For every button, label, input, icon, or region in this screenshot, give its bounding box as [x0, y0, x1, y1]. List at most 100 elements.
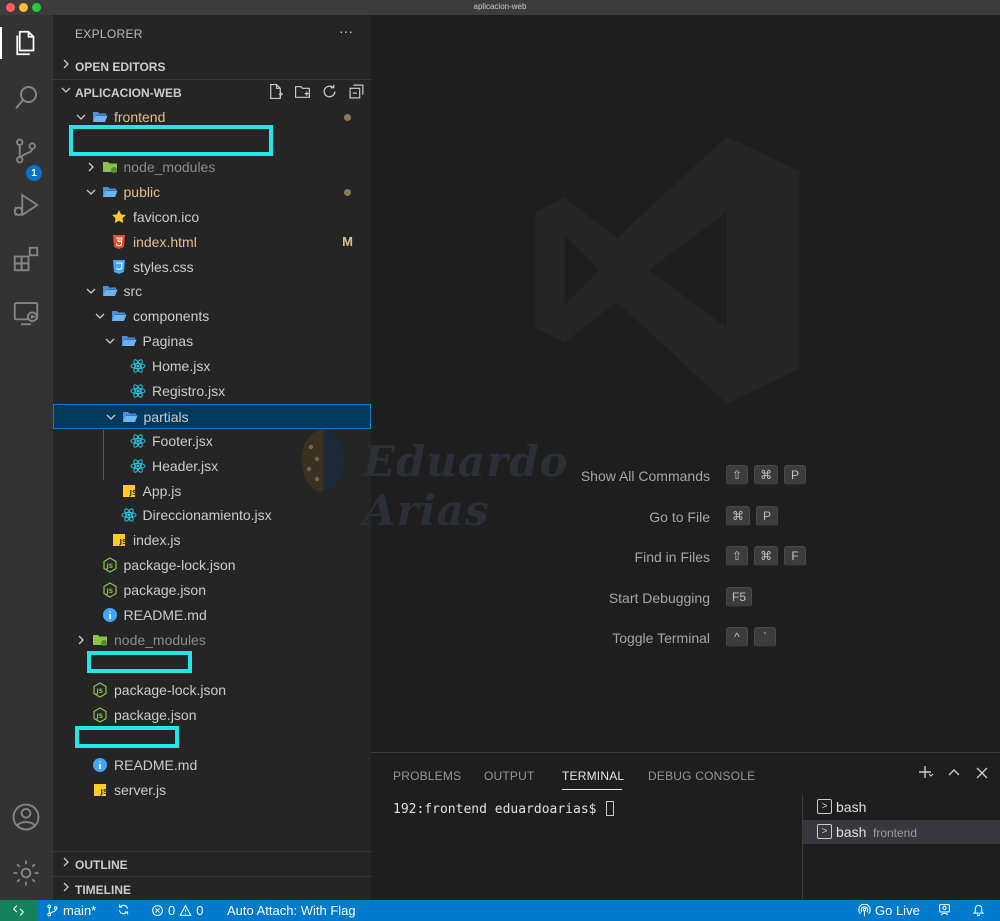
tab-output[interactable]: OUTPUT: [484, 769, 535, 783]
tree-folder[interactable]: src: [53, 279, 371, 304]
extensions-icon[interactable]: [10, 243, 42, 275]
shortcut-hint: Go to File ⌘ P: [371, 506, 1000, 528]
tree-file[interactable]: Registro.jsx: [53, 379, 371, 404]
tree-file[interactable]: README.md: [53, 753, 371, 778]
tree-folder[interactable]: node_modules: [53, 628, 371, 653]
folder-open-icon: [121, 333, 137, 349]
svg-text:JS: JS: [119, 538, 128, 546]
tree-file[interactable]: JS package-lock.json: [53, 553, 371, 578]
tab-terminal[interactable]: TERMINAL: [562, 769, 624, 783]
indent-guide: [103, 430, 104, 480]
chevron-right-icon: [63, 59, 69, 69]
new-terminal-icon[interactable]: [918, 765, 934, 781]
tree-file[interactable]: styles.css: [53, 255, 371, 280]
collapse-all-icon[interactable]: [348, 83, 365, 100]
terminal-instance[interactable]: > bash frontend: [803, 820, 1000, 844]
close-panel-icon[interactable]: [974, 765, 990, 781]
folder-open-icon: [122, 409, 138, 425]
chevron-down-icon: [61, 87, 71, 93]
settings-gear-icon[interactable]: [10, 857, 42, 889]
sync-icon: [118, 904, 129, 915]
active-tab-underline: [562, 789, 622, 790]
branch-status[interactable]: main*: [46, 903, 96, 918]
html-icon: [111, 234, 127, 250]
terminal-name: bash: [836, 824, 867, 840]
brain-watermark-icon: [301, 429, 345, 492]
problems-status[interactable]: 0 0: [151, 903, 203, 918]
tree-file[interactable]: README.md: [53, 603, 371, 628]
tree-folder[interactable]: components: [53, 304, 371, 329]
folder-open-icon: [111, 308, 127, 324]
sync-status[interactable]: [117, 903, 130, 916]
terminal-instance-list: > bash > bash frontend: [802, 795, 1000, 901]
shortcut-hint: Start Debugging F5: [371, 587, 1000, 609]
workspace-label: APLICACION-WEB: [75, 86, 182, 100]
terminal-instance[interactable]: > bash: [803, 795, 1000, 819]
tree-item-label: favicon.ico: [133, 209, 200, 225]
tree-file[interactable]: JS package.json: [53, 703, 371, 728]
files-icon[interactable]: [10, 27, 42, 59]
tree-file[interactable]: JS package-lock.json: [53, 678, 371, 703]
shortcut-label: Go to File: [649, 509, 710, 525]
tree-folder[interactable]: node_modules: [53, 155, 371, 180]
vscode-logo-icon: [535, 136, 800, 404]
terminal-cursor: [606, 801, 615, 816]
tree-file[interactable]: Home.jsx: [53, 354, 371, 379]
terminal-output[interactable]: 192:frontend eduardoarias$: [393, 801, 615, 817]
new-file-icon[interactable]: [267, 83, 284, 100]
tab-problems[interactable]: PROBLEMS: [393, 769, 461, 783]
error-count: 0: [168, 903, 176, 918]
tree-item-label: README.md: [114, 757, 198, 773]
refresh-icon[interactable]: [321, 83, 338, 100]
react-icon: [130, 458, 146, 474]
remote-explorer-icon[interactable]: [10, 297, 42, 329]
js-icon: JS: [92, 782, 108, 798]
workspace-section[interactable]: APLICACION-WEB: [53, 79, 371, 103]
tree-file[interactable]: JS package.json: [53, 578, 371, 603]
tree-file[interactable]: favicon.ico: [53, 205, 371, 230]
notifications-button[interactable]: [972, 903, 985, 916]
keycap: F5: [726, 587, 753, 607]
tree-file[interactable]: index.html M: [53, 230, 371, 255]
css-icon: [111, 259, 127, 275]
search-icon[interactable]: [10, 81, 42, 113]
js-icon: JS: [111, 532, 127, 548]
timeline-label: TIMELINE: [75, 883, 131, 897]
keycap: ⌘: [754, 546, 779, 566]
info-icon: [92, 757, 108, 773]
chevron-down-icon: [106, 414, 115, 420]
tree-file[interactable]: JS index.js: [53, 528, 371, 553]
run-debug-icon[interactable]: [10, 189, 42, 221]
timeline-section[interactable]: TIMELINE: [53, 876, 371, 900]
error-icon: [152, 905, 163, 916]
tree-file[interactable]: Direccionamiento.jsx: [53, 503, 371, 528]
tree-item-label: package-lock.json: [114, 682, 227, 698]
folder-open-icon: [102, 283, 118, 299]
tree-folder[interactable]: Paginas: [53, 329, 371, 354]
shortcut-label: Start Debugging: [608, 590, 710, 606]
remote-indicator[interactable]: [0, 900, 37, 921]
maximize-panel-icon[interactable]: [946, 765, 962, 781]
status-bar: main* 0 0 Auto Attach: With Flag Go Live: [0, 900, 1000, 921]
keycap: ^: [726, 627, 748, 647]
chevron-down-icon: [105, 338, 114, 344]
source-control-icon[interactable]: [10, 135, 42, 167]
open-editors-section[interactable]: OPEN EDITORS: [53, 54, 371, 78]
account-icon[interactable]: [10, 801, 42, 833]
feedback-button[interactable]: [938, 903, 951, 916]
terminal-icon: >: [817, 824, 832, 839]
git-status-badge: M: [342, 234, 353, 249]
more-actions-icon[interactable]: ···: [339, 23, 353, 39]
auto-attach-status[interactable]: Auto Attach: With Flag: [227, 903, 356, 918]
chevron-right-icon: [63, 882, 69, 892]
tab-debug-console[interactable]: DEBUG CONSOLE: [648, 769, 755, 783]
keycap: ⇧: [726, 546, 749, 566]
tree-file[interactable]: JS server.js: [53, 778, 371, 803]
chevron-down-icon: [86, 189, 95, 195]
new-folder-icon[interactable]: [294, 83, 311, 100]
tree-item-label: frontend: [114, 109, 166, 125]
go-live-button[interactable]: Go Live: [858, 903, 920, 918]
tree-folder[interactable]: public: [53, 180, 371, 205]
warning-count: 0: [196, 903, 204, 918]
outline-section[interactable]: OUTLINE: [53, 851, 371, 875]
